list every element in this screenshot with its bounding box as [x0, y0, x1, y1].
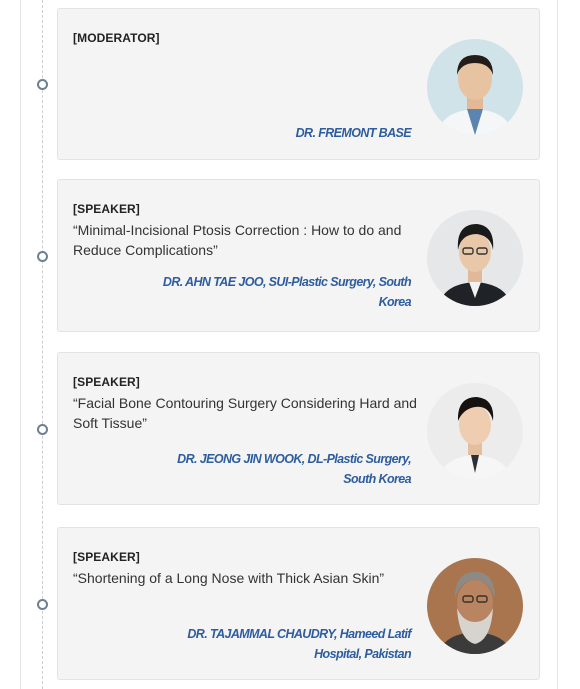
session-speaker-name: DR. AHN TAE JOO, SUI-Plastic Surgery, So…	[162, 275, 412, 309]
speaker-portrait-icon	[427, 39, 523, 135]
timeline-dot	[37, 424, 48, 435]
session-title: “Shortening of a Long Nose with Thick As…	[73, 570, 385, 586]
timeline-dot	[37, 79, 48, 90]
timeline-dot	[37, 599, 48, 610]
session-card-moderator: [MODERATOR] DR. FREMONT BASE	[57, 8, 540, 160]
timeline-dot	[37, 251, 48, 262]
speaker-photo	[427, 39, 523, 135]
session-speaker-name: DR. FREMONT BASE	[295, 126, 412, 140]
timeline-line	[42, 0, 43, 689]
session-title: “Minimal-Incisional Ptosis Correction : …	[73, 222, 402, 258]
session-role: [SPEAKER]	[73, 550, 140, 564]
session-role: [SPEAKER]	[73, 202, 140, 216]
session-role: [MODERATOR]	[73, 31, 160, 45]
session-speaker-name: DR. TAJAMMAL CHAUDRY, Hameed Latif Hospi…	[187, 627, 411, 661]
session-role: [SPEAKER]	[73, 375, 140, 389]
session-card-speaker: [SPEAKER] “Facial Bone Contouring Surger…	[57, 352, 540, 505]
session-card-speaker: [SPEAKER] “Shortening of a Long Nose wit…	[57, 527, 540, 680]
session-speaker-name: DR. JEONG JIN WOOK, DL-Plastic Surgery, …	[177, 452, 411, 486]
session-title: “Facial Bone Contouring Surgery Consider…	[73, 395, 417, 431]
speaker-photo	[427, 210, 523, 306]
speaker-photo	[427, 383, 523, 479]
session-card-speaker: [SPEAKER] “Minimal-Incisional Ptosis Cor…	[57, 179, 540, 332]
speaker-portrait-icon	[427, 558, 523, 654]
speaker-portrait-icon	[427, 383, 523, 479]
speaker-portrait-icon	[427, 210, 523, 306]
speaker-photo	[427, 558, 523, 654]
